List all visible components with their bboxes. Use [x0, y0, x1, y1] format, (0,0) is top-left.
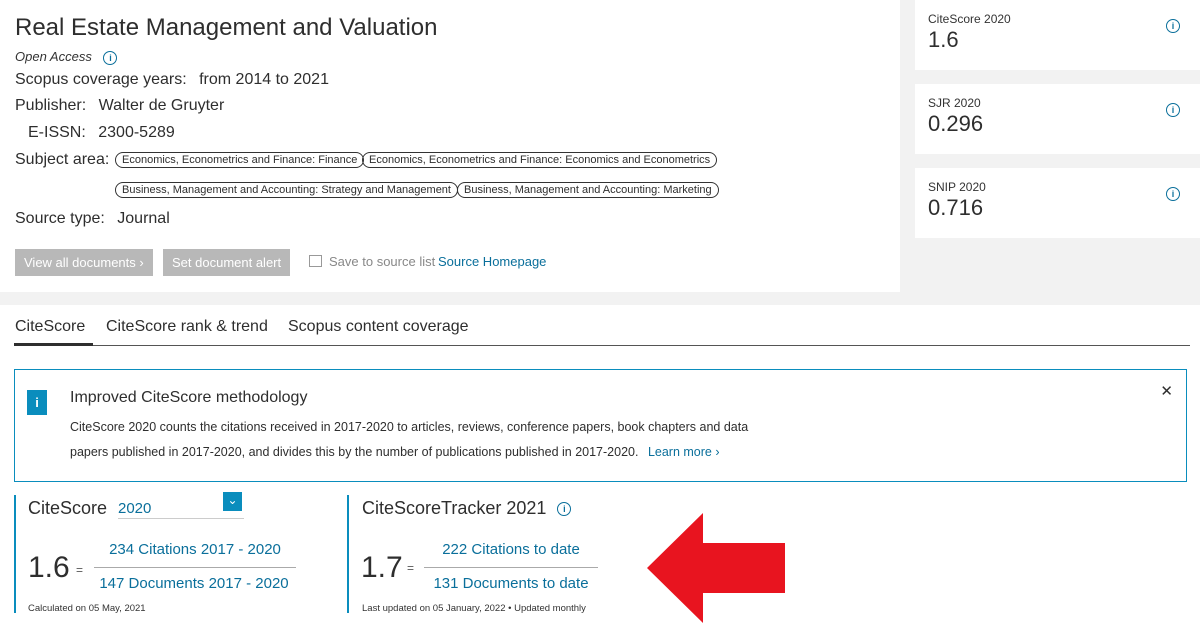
sjr-metric-card: SJR 2020 0.296 i — [915, 84, 1200, 154]
chevron-down-icon[interactable]: ⌄ — [223, 492, 242, 511]
tracker-title-text: CiteScoreTracker 2021 — [362, 498, 547, 518]
close-icon[interactable]: ✕ — [1160, 382, 1173, 400]
citescore-panel: CiteScore CiteScore rank & trend Scopus … — [0, 305, 1200, 630]
eissn-label: E-ISSN: — [28, 124, 86, 141]
active-tab-indicator — [14, 343, 93, 346]
subject-label: Subject area: — [15, 151, 110, 168]
tab-citescore[interactable]: CiteScore — [15, 318, 85, 336]
publisher-label: Publisher: — [15, 97, 87, 114]
equals-sign: = — [407, 561, 415, 575]
source-info-card: Real Estate Management and Valuation Ope… — [0, 0, 900, 292]
info-icon[interactable]: i — [1166, 187, 1180, 201]
fraction-line — [94, 567, 296, 568]
source-type-label: Source type: — [15, 210, 105, 227]
coverage-label: Scopus coverage years: — [15, 71, 187, 88]
citescore-metric-card: CiteScore 2020 1.6 i — [915, 0, 1200, 70]
coverage-row: Scopus coverage years: from 2014 to 2021 — [15, 71, 329, 89]
publisher-value: Walter de Gruyter — [98, 97, 225, 114]
red-arrow-annotation — [647, 513, 785, 623]
info-icon[interactable]: i — [1166, 103, 1180, 117]
eissn-value: 2300-5289 — [98, 124, 175, 141]
info-icon: i — [27, 390, 47, 415]
save-label: Save to source list — [329, 254, 436, 269]
year-select-value: 2020 — [118, 500, 152, 517]
citations-link[interactable]: 234 Citations 2017 - 2020 — [100, 541, 290, 558]
tracker-value: 1.7 — [361, 551, 403, 584]
learn-more-link[interactable]: Learn more › — [648, 445, 720, 459]
subject-chip[interactable]: Economics, Econometrics and Finance: Eco… — [362, 152, 718, 168]
source-type-row: Source type: Journal — [15, 210, 170, 228]
tracker-updated: Last updated on 05 January, 2022 • Updat… — [362, 603, 586, 614]
view-all-label: View all documents — [24, 255, 136, 270]
save-icon — [309, 255, 322, 267]
snip-metric-card: SNIP 2020 0.716 i — [915, 168, 1200, 238]
metric-value: 0.296 — [928, 111, 984, 136]
source-homepage-link[interactable]: Source Homepage — [438, 254, 546, 269]
info-icon[interactable]: i — [1166, 19, 1180, 33]
save-to-source-list-button[interactable]: Save to source list — [309, 254, 435, 269]
subject-chip[interactable]: Economics, Econometrics and Finance: Fin… — [115, 152, 365, 168]
tracker-title: CiteScoreTracker 2021 i — [362, 498, 572, 519]
methodology-notice: i Improved CiteScore methodology CiteSco… — [14, 369, 1187, 482]
source-title: Real Estate Management and Valuation — [15, 14, 438, 41]
publisher-row: Publisher: Walter de Gruyter — [15, 97, 224, 115]
metric-label: CiteScore 2020 — [928, 12, 1011, 26]
fraction-line — [424, 567, 598, 568]
citescore-accent-bar — [14, 495, 16, 613]
notice-body: CiteScore 2020 counts the citations rece… — [70, 420, 749, 459]
set-document-alert-button[interactable]: Set document alert — [163, 249, 291, 276]
arrow-shape — [647, 513, 785, 623]
metric-label: SJR 2020 — [928, 96, 981, 110]
equals-sign: = — [76, 563, 84, 577]
tab-rank-trend[interactable]: CiteScore rank & trend — [106, 318, 268, 336]
citescore-value: 1.6 — [28, 551, 70, 584]
source-type-value: Journal — [117, 210, 170, 227]
eissn-row: E-ISSN: 2300-5289 — [28, 124, 175, 142]
tab-divider — [14, 345, 1190, 346]
coverage-value: from 2014 to 2021 — [199, 71, 329, 88]
tracker-citations-link[interactable]: 222 Citations to date — [428, 541, 594, 558]
info-icon[interactable]: i — [103, 50, 118, 65]
subject-chip[interactable]: Business, Management and Accounting: Str… — [115, 182, 458, 198]
metric-value: 1.6 — [928, 27, 959, 52]
open-access-label: Open Access i — [15, 49, 118, 65]
open-access-text: Open Access — [15, 49, 92, 64]
metric-label: SNIP 2020 — [928, 180, 986, 194]
notice-title: Improved CiteScore methodology — [70, 389, 308, 406]
tracker-documents-link[interactable]: 131 Documents to date — [424, 575, 598, 592]
tab-content-coverage[interactable]: Scopus content coverage — [288, 318, 469, 336]
year-select[interactable]: 2020 ⌄ — [118, 492, 244, 519]
chevron-right-icon: › — [139, 255, 144, 270]
documents-link[interactable]: 147 Documents 2017 - 2020 — [96, 575, 292, 592]
view-all-documents-button[interactable]: View all documents › — [15, 249, 153, 276]
info-icon[interactable]: i — [557, 502, 572, 517]
learn-more-label: Learn more — [647, 445, 712, 459]
subject-chip[interactable]: Business, Management and Accounting: Mar… — [457, 182, 719, 198]
calculated-date: Calculated on 05 May, 2021 — [28, 603, 146, 614]
set-alert-label: Set document alert — [172, 255, 282, 270]
notice-text: CiteScore 2020 counts the citations rece… — [70, 415, 770, 465]
citescore-title: CiteScore — [28, 498, 108, 518]
metric-value: 0.716 — [928, 195, 984, 220]
tracker-accent-bar — [347, 495, 349, 613]
